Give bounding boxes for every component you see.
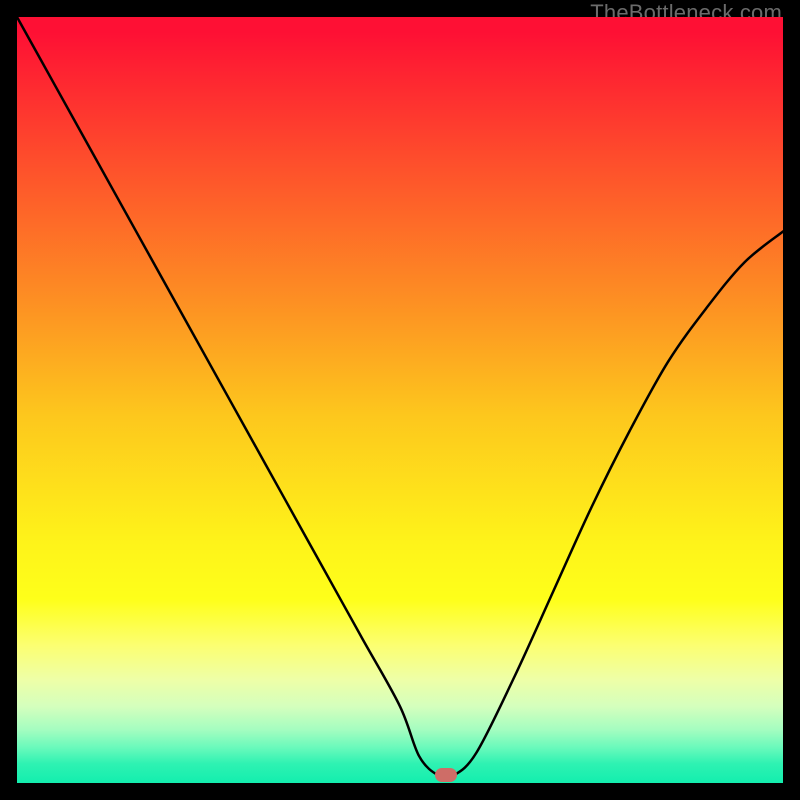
plot-area xyxy=(17,17,783,783)
optimal-marker xyxy=(435,768,457,782)
bottleneck-curve xyxy=(17,17,783,783)
chart-frame: TheBottleneck.com xyxy=(0,0,800,800)
